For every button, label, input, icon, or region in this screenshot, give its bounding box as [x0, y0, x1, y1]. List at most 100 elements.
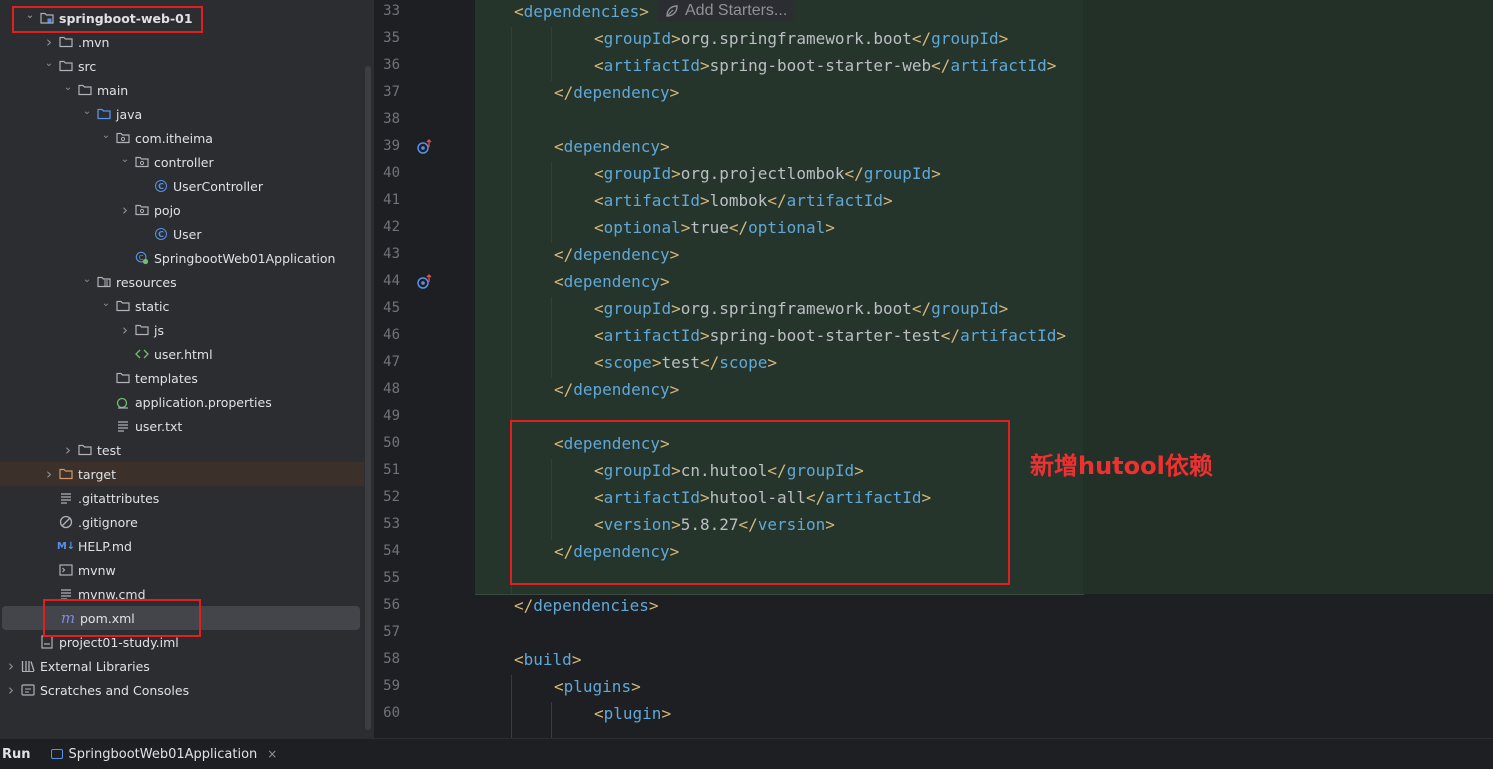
- scrollbar-thumb[interactable]: [365, 66, 371, 730]
- tree-item-scratches-and-consoles[interactable]: › Scratches and Consoles: [0, 678, 364, 702]
- override-marker-icon[interactable]: [416, 273, 434, 291]
- chevron-down-icon[interactable]: ⌄: [80, 272, 94, 286]
- project-tree-scrollbar[interactable]: [364, 0, 374, 738]
- tree-item-label: Scratches and Consoles: [40, 682, 190, 698]
- xml-text-value: org.springframework.boot: [680, 299, 912, 318]
- editor-gutter: 33 35 36 37 38 39 40 41 42 43 44 45 46 47 48 49 50 51 52 53…: [374, 0, 472, 738]
- tree-item-java[interactable]: ⌄ java: [0, 102, 364, 126]
- code-line[interactable]: <build>: [514, 646, 581, 673]
- tree-item-help-md[interactable]: M↓ HELP.md: [0, 534, 364, 558]
- folder-icon: [116, 371, 130, 385]
- line-number: 57: [383, 624, 400, 640]
- tree-item-label: .gitignore: [78, 514, 138, 530]
- chevron-down-icon[interactable]: ⌄: [80, 104, 94, 118]
- tree-item-test[interactable]: › test: [0, 438, 364, 462]
- chevron-down-icon[interactable]: ⌄: [42, 56, 56, 70]
- code-line[interactable]: <dependency>: [554, 268, 670, 295]
- tree-item-mvn[interactable]: › .mvn: [0, 30, 364, 54]
- folder-icon: [116, 299, 130, 313]
- tree-item-static[interactable]: ⌄ static: [0, 294, 364, 318]
- line-number: 45: [383, 300, 400, 316]
- tree-item-resources[interactable]: ⌄ resources: [0, 270, 364, 294]
- code-line[interactable]: <groupId>org.springframework.boot</group…: [594, 295, 1008, 322]
- tree-item-com-itheima[interactable]: ⌄ com.itheima: [0, 126, 364, 150]
- run-config-tab[interactable]: SpringbootWeb01Application ×: [50, 747, 277, 762]
- chevron-right-icon[interactable]: ›: [61, 441, 75, 459]
- folder-icon: [59, 59, 73, 73]
- scratches-icon: [21, 683, 35, 697]
- line-number: 44: [383, 273, 400, 289]
- tree-item-label: HELP.md: [78, 538, 132, 554]
- tree-item-usercontroller[interactable]: C UserController: [0, 174, 364, 198]
- tree-item-main[interactable]: ⌄ main: [0, 78, 364, 102]
- tree-item-gitattributes[interactable]: .gitattributes: [0, 486, 364, 510]
- tree-item-controller[interactable]: ⌄ controller: [0, 150, 364, 174]
- code-editor[interactable]: 33 35 36 37 38 39 40 41 42 43 44 45 46 47 48 49 50 51 52 53…: [374, 0, 1493, 738]
- shell-icon: [59, 563, 73, 577]
- tree-item-user[interactable]: C User: [0, 222, 364, 246]
- code-line[interactable]: </dependency>: [554, 241, 679, 268]
- xml-bracket: >: [671, 29, 681, 48]
- chevron-down-icon[interactable]: ⌄: [99, 296, 113, 310]
- xml-text-value: spring-boot-starter-test: [709, 326, 941, 345]
- code-line[interactable]: </dependency>: [554, 79, 679, 106]
- xml-bracket: </: [514, 596, 534, 615]
- code-line[interactable]: <dependencies>: [514, 0, 649, 25]
- code-line[interactable]: <artifactId>spring-boot-starter-web</art…: [594, 52, 1056, 79]
- class-icon: C: [154, 179, 168, 193]
- tree-item-user-txt[interactable]: user.txt: [0, 414, 364, 438]
- xml-bracket: <: [594, 164, 604, 183]
- tree-item-target[interactable]: › target: [0, 462, 364, 486]
- chevron-right-icon[interactable]: ›: [118, 201, 132, 219]
- tree-item-external-libraries[interactable]: › External Libraries: [0, 654, 364, 678]
- xml-bracket: <: [594, 191, 604, 210]
- chevron-right-icon[interactable]: ›: [42, 465, 56, 483]
- xml-tag-name: dependency: [573, 380, 670, 399]
- code-line[interactable]: <plugins>: [554, 673, 641, 700]
- close-icon[interactable]: ×: [267, 747, 277, 761]
- resources-folder-icon: [97, 275, 111, 289]
- chevron-right-icon[interactable]: ›: [4, 657, 18, 675]
- tree-item-pojo[interactable]: › pojo: [0, 198, 364, 222]
- chevron-down-icon[interactable]: ⌄: [118, 152, 132, 166]
- chevron-down-icon[interactable]: ⌄: [61, 80, 75, 94]
- code-line[interactable]: <scope>test</scope>: [594, 349, 777, 376]
- code-line[interactable]: <groupId>org.springframework.boot</group…: [594, 25, 1008, 52]
- code-line[interactable]: </dependencies>: [514, 592, 659, 619]
- code-line[interactable]: <plugin>: [594, 700, 671, 727]
- tree-item-mvnw[interactable]: mvnw: [0, 558, 364, 582]
- xml-bracket: </: [728, 218, 749, 237]
- code-line[interactable]: <optional>true</optional>: [594, 214, 835, 241]
- xml-bracket: >: [671, 164, 681, 183]
- tree-item-src[interactable]: ⌄ src: [0, 54, 364, 78]
- run-tool-label[interactable]: Run: [2, 747, 31, 762]
- override-marker-icon[interactable]: [416, 138, 434, 156]
- tree-item-label: com.itheima: [135, 130, 213, 146]
- add-starters-hint[interactable]: Add Starters...: [658, 0, 794, 22]
- tree-item-templates[interactable]: templates: [0, 366, 364, 390]
- chevron-right-icon[interactable]: ›: [42, 33, 56, 51]
- tree-item-js[interactable]: › js: [0, 318, 364, 342]
- xml-bracket: <: [554, 272, 564, 291]
- chevron-down-icon[interactable]: ⌄: [99, 128, 113, 142]
- line-number: 33: [383, 3, 400, 19]
- xml-bracket: <: [594, 218, 604, 237]
- xml-bracket: <: [594, 353, 604, 372]
- code-line[interactable]: </dependency>: [554, 376, 679, 403]
- tree-item-springbootweb01application[interactable]: C SpringbootWeb01Application: [0, 246, 364, 270]
- code-line[interactable]: <artifactId>lombok</artifactId>: [594, 187, 893, 214]
- xml-tag-name: dependency: [573, 245, 670, 264]
- tree-item-user-html[interactable]: user.html: [0, 342, 364, 366]
- chevron-right-icon[interactable]: ›: [4, 681, 18, 699]
- line-number: 51: [383, 462, 400, 478]
- chevron-right-icon[interactable]: ›: [118, 321, 132, 339]
- tree-item-gitignore[interactable]: .gitignore: [0, 510, 364, 534]
- code-line[interactable]: <artifactId>spring-boot-starter-test</ar…: [594, 322, 1066, 349]
- code-line[interactable]: <dependency>: [554, 133, 670, 160]
- xml-tag-name: scope: [603, 353, 652, 372]
- tree-item-application-properties[interactable]: application.properties: [0, 390, 364, 414]
- code-line[interactable]: <groupId>org.projectlombok</groupId>: [594, 160, 941, 187]
- xml-bracket: >: [998, 29, 1009, 48]
